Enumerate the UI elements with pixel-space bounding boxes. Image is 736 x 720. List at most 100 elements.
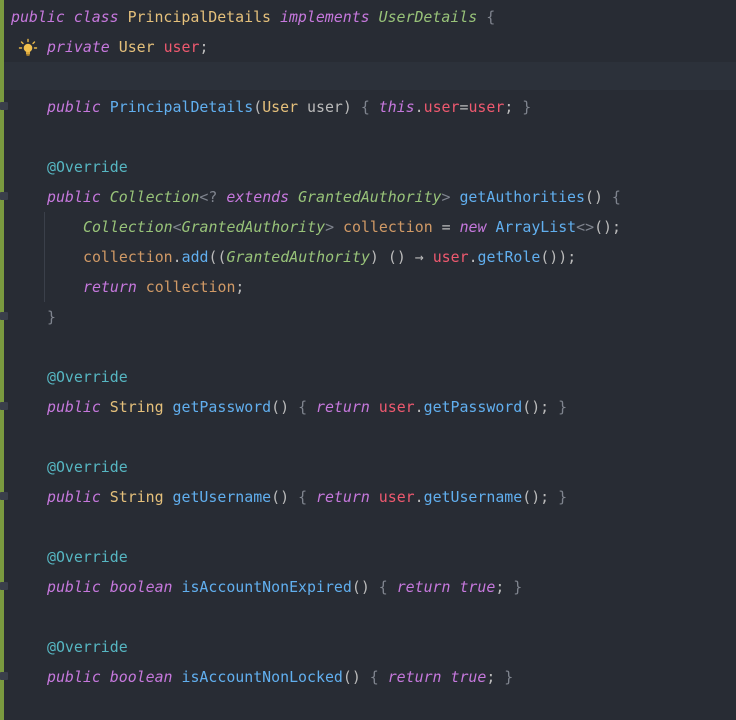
code-token: getUsername	[172, 488, 272, 506]
code-line[interactable]: @Override	[47, 362, 128, 392]
code-token: @Override	[47, 368, 128, 386]
code-token: <>	[576, 218, 595, 236]
code-token: String	[109, 398, 164, 416]
code-token: @Override	[47, 158, 128, 176]
code-token: return	[83, 278, 137, 296]
code-line[interactable]: Collection<GrantedAuthority> collection …	[83, 212, 621, 242]
code-token: User	[262, 98, 299, 116]
lightbulb-icon[interactable]	[18, 38, 38, 58]
code-token: @Override	[47, 638, 128, 656]
code-line[interactable]: @Override	[47, 452, 128, 482]
code-token: (	[342, 668, 352, 686]
code-token: public	[47, 488, 101, 506]
code-line[interactable]: collection.add((GrantedAuthority) () → u…	[83, 242, 576, 272]
code-token: {	[378, 578, 388, 596]
code-token: {	[298, 488, 308, 506]
fold-icon[interactable]	[0, 582, 8, 590]
code-token: user	[307, 98, 343, 116]
code-editor[interactable]: public class PrincipalDetails implements…	[0, 0, 736, 720]
code-token: ArrayList	[495, 218, 577, 236]
code-token: →	[414, 248, 424, 266]
code-token: public	[47, 188, 101, 206]
code-token: collection	[343, 218, 433, 236]
code-token: ;	[495, 578, 505, 596]
code-token: getUsername	[423, 488, 523, 506]
code-line[interactable]: public Collection<? extends GrantedAutho…	[47, 182, 621, 212]
code-token: ;	[199, 38, 209, 56]
code-token: )	[369, 248, 379, 266]
code-token: PrincipalDetails	[109, 98, 254, 116]
code-token: isAccountNonLocked	[181, 668, 343, 686]
code-token: user	[423, 98, 460, 116]
code-token: return	[316, 398, 370, 416]
code-line[interactable]: private User user;	[47, 32, 208, 62]
code-token: public	[47, 398, 101, 416]
code-token: }	[513, 578, 523, 596]
fold-icon[interactable]	[0, 192, 8, 200]
code-token: )	[531, 488, 541, 506]
code-token: .	[172, 248, 182, 266]
code-token: public	[47, 668, 101, 686]
code-line[interactable]: public boolean isAccountNonLocked() { re…	[47, 662, 513, 692]
code-token: GrantedAuthority	[181, 218, 326, 236]
code-token: user	[378, 488, 415, 506]
code-token: ;	[504, 98, 514, 116]
code-token: )	[531, 398, 541, 416]
code-line[interactable]: public boolean isAccountNonExpired() { r…	[47, 572, 522, 602]
code-token: (	[351, 578, 361, 596]
code-line[interactable]: }	[47, 302, 56, 332]
code-line[interactable]: @Override	[47, 542, 128, 572]
code-token: user	[432, 248, 469, 266]
code-token: user	[163, 38, 200, 56]
code-token: }	[47, 308, 56, 326]
code-line[interactable]: public PrincipalDetails(User user) { thi…	[47, 92, 531, 122]
code-token: isAccountNonExpired	[181, 578, 352, 596]
code-token: }	[522, 98, 532, 116]
code-line[interactable]: public String getUsername() { return use…	[47, 482, 567, 512]
code-token: )	[351, 668, 361, 686]
code-line[interactable]: @Override	[47, 152, 128, 182]
indent-guide	[44, 212, 45, 302]
code-token: ;	[235, 278, 245, 296]
code-token: ;	[486, 668, 496, 686]
code-token: {	[486, 8, 496, 26]
fold-icon[interactable]	[0, 102, 8, 110]
code-token: )	[360, 578, 370, 596]
code-token: {	[369, 668, 379, 686]
fold-icon[interactable]	[0, 312, 8, 320]
code-token: @Override	[47, 458, 128, 476]
code-token: }	[504, 668, 514, 686]
code-token: getRole	[477, 248, 541, 266]
code-line[interactable]: return collection;	[83, 272, 244, 302]
code-token: )	[280, 398, 290, 416]
code-token: private	[47, 38, 110, 56]
code-token: GrantedAuthority	[298, 188, 442, 206]
fold-icon[interactable]	[0, 402, 8, 410]
code-token: .	[414, 398, 424, 416]
code-token: collection	[83, 248, 173, 266]
code-token: >	[325, 218, 335, 236]
fold-icon[interactable]	[0, 492, 8, 500]
code-line[interactable]: @Override	[47, 632, 128, 662]
code-token: true	[459, 578, 496, 596]
code-line[interactable]: public String getPassword() { return use…	[47, 392, 567, 422]
code-token: (	[522, 398, 532, 416]
code-line[interactable]: public class PrincipalDetails implements…	[11, 2, 495, 32]
fold-icon[interactable]	[0, 672, 8, 680]
code-token: implements	[279, 8, 370, 26]
code-token: PrincipalDetails	[127, 8, 272, 26]
